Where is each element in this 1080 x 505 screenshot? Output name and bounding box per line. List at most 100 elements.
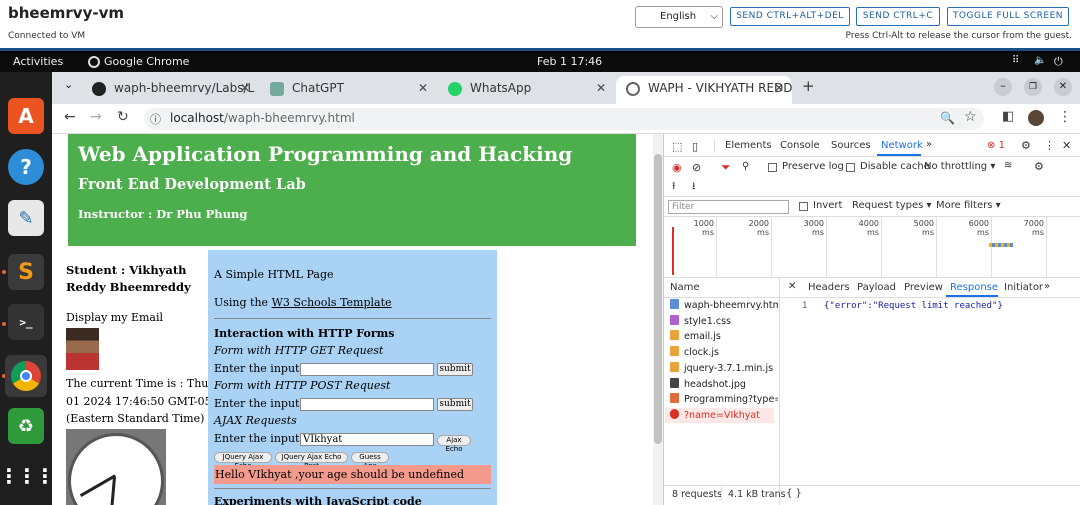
devtools-menu-icon[interactable]: ⋮ xyxy=(1044,139,1055,152)
power-icon[interactable]: ⏻ xyxy=(1054,55,1063,69)
display-email-link[interactable]: Display my Email xyxy=(66,310,163,326)
zoom-icon[interactable]: 🔍 xyxy=(940,111,955,125)
back-icon[interactable]: ← xyxy=(64,109,76,125)
device-toolbar-icon[interactable]: ▯ xyxy=(692,140,698,153)
network-request-row[interactable]: Programming?type=s... xyxy=(670,392,778,407)
inspect-icon[interactable]: ⬚ xyxy=(672,140,682,153)
url-text[interactable]: localhost/waph-bheemrvy.html xyxy=(170,111,355,125)
get-submit-button[interactable]: submit xyxy=(437,363,473,376)
filter-input[interactable]: Filter xyxy=(668,200,789,214)
clear-icon[interactable]: ⊘ xyxy=(692,161,701,174)
reload-icon[interactable]: ↻ xyxy=(117,109,129,125)
site-info-icon[interactable]: ⓘ xyxy=(150,111,161,127)
template-credit: Using the W3 Schools Template xyxy=(214,296,392,309)
trash-icon[interactable]: ♻ xyxy=(8,408,44,444)
maximize-button[interactable]: ❐ xyxy=(1024,78,1042,96)
tab-initiator[interactable]: Initiator xyxy=(1004,282,1043,293)
chrome-dock-item[interactable] xyxy=(5,355,47,397)
side-panel-icon[interactable]: ◧ xyxy=(1002,109,1014,124)
text-editor-icon[interactable]: ✎ xyxy=(8,200,44,236)
close-icon[interactable]: ✕ xyxy=(774,76,784,100)
import-har-icon[interactable]: ⭱ xyxy=(672,179,676,196)
scrollbar-thumb[interactable] xyxy=(654,154,662,444)
tab-chatgpt[interactable]: ChatGPT ✕ xyxy=(260,76,436,104)
request-types-label[interactable]: Request types xyxy=(852,200,923,211)
tab-console[interactable]: Console xyxy=(780,140,820,151)
record-icon[interactable]: ◉ xyxy=(672,161,682,174)
bookmark-star-icon[interactable]: ☆ xyxy=(964,109,977,125)
more-tabs-icon[interactable]: » xyxy=(926,139,932,150)
clock[interactable]: Feb 1 17:46 xyxy=(537,55,602,68)
page-scrollbar[interactable] xyxy=(653,134,663,505)
separator xyxy=(714,139,715,153)
jquery-ajax-echo-post-button[interactable]: JQuery Ajax Echo Post xyxy=(275,452,348,470)
search-icon[interactable]: ⚲ xyxy=(742,161,749,172)
close-icon[interactable]: ✕ xyxy=(240,76,250,100)
network-request-row[interactable]: style1.css xyxy=(670,314,778,329)
post-submit-button[interactable]: submit xyxy=(437,398,473,411)
tab-elements[interactable]: Elements xyxy=(725,140,772,151)
tab-search-icon[interactable]: ⌄ xyxy=(64,78,73,91)
show-apps-icon[interactable]: ⋮⋮⋮ xyxy=(0,458,55,494)
app-menu[interactable]: Google Chrome xyxy=(104,55,189,68)
network-request-row[interactable]: waph-bheemrvy.html xyxy=(670,298,778,313)
tab-headers[interactable]: Headers xyxy=(808,282,850,293)
network-request-row[interactable]: ?name=VIkhyat xyxy=(665,407,774,423)
settings-gear-icon[interactable]: ⚙ xyxy=(1021,139,1031,152)
throttling-value[interactable]: No throttling xyxy=(924,161,987,172)
new-tab-button[interactable]: + xyxy=(802,77,815,95)
help-icon[interactable]: ? xyxy=(8,149,44,185)
profile-avatar[interactable] xyxy=(1028,110,1044,126)
ajax-input[interactable]: VIkhyat xyxy=(300,433,434,446)
close-detail-icon[interactable]: ✕ xyxy=(788,281,796,292)
activities-button[interactable]: Activities xyxy=(13,55,63,68)
volume-icon[interactable]: 🔈 xyxy=(1034,55,1046,66)
tab-label: WAPH - VIKHYATH REDD xyxy=(648,81,792,95)
tab-network[interactable]: Network xyxy=(881,140,923,151)
tab-github[interactable]: waph-bheemrvy/Labs/L ✕ xyxy=(82,76,258,104)
tab-response[interactable]: Response xyxy=(950,282,998,293)
tab-waph[interactable]: WAPH - VIKHYATH REDD ✕ xyxy=(616,76,792,104)
close-icon[interactable]: ✕ xyxy=(418,76,428,100)
jquery-ajax-echo-button[interactable]: JQuery Ajax Echo xyxy=(214,452,272,470)
toggle-full-screen-button[interactable]: TOGGLE FULL SCREEN xyxy=(947,7,1069,26)
post-input[interactable] xyxy=(300,398,434,411)
close-icon[interactable]: ✕ xyxy=(596,76,606,100)
network-request-row[interactable]: jquery-3.7.1.min.js xyxy=(670,361,778,376)
more-detail-tabs-icon[interactable]: » xyxy=(1044,281,1050,292)
pretty-print-button[interactable]: { } xyxy=(786,488,802,499)
forward-icon[interactable]: → xyxy=(90,109,102,125)
tab-preview[interactable]: Preview xyxy=(904,282,943,293)
preserve-log-checkbox[interactable] xyxy=(768,163,777,172)
chrome-menu-icon[interactable]: ⋮ xyxy=(1058,109,1072,125)
network-request-row[interactable]: clock.js xyxy=(670,345,778,360)
network-icon[interactable]: ⠿ xyxy=(1012,55,1019,66)
filter-icon[interactable]: ⏷ xyxy=(721,160,731,175)
invert-checkbox[interactable] xyxy=(799,202,808,211)
tab-sources[interactable]: Sources xyxy=(831,140,871,151)
sublime-text-icon[interactable]: S xyxy=(8,254,44,290)
app-center-icon[interactable]: A xyxy=(8,98,44,134)
wifi-icon[interactable]: ≋ xyxy=(1004,160,1012,171)
send-ctrl-alt-del-button[interactable]: SEND CTRL+ALT+DEL xyxy=(730,7,850,26)
network-request-row[interactable]: email.js xyxy=(670,329,778,344)
close-devtools-icon[interactable]: ✕ xyxy=(1062,139,1071,152)
send-ctrl-c-button[interactable]: SEND CTRL+C xyxy=(856,7,940,26)
tab-whatsapp[interactable]: WhatsApp ✕ xyxy=(438,76,614,104)
language-select[interactable]: English ⌵ xyxy=(635,6,723,28)
guess-age-button[interactable]: Guess Age xyxy=(351,452,389,470)
tab-payload[interactable]: Payload xyxy=(857,282,896,293)
minimize-button[interactable]: – xyxy=(994,78,1012,96)
network-settings-icon[interactable]: ⚙ xyxy=(1034,160,1044,173)
more-filters-label[interactable]: More filters xyxy=(936,200,992,211)
w3-schools-link[interactable]: W3 Schools Template xyxy=(272,296,392,309)
terminal-icon[interactable]: >_ xyxy=(8,304,44,340)
close-window-button[interactable]: ✕ xyxy=(1054,78,1072,96)
disable-cache-checkbox[interactable] xyxy=(846,163,855,172)
export-har-icon[interactable]: ⭳ xyxy=(692,179,696,196)
network-request-row[interactable]: headshot.jpg xyxy=(670,377,778,392)
file-type-icon xyxy=(670,330,679,341)
network-timeline[interactable]: 1000 ms 2000 ms 3000 ms 4000 ms 5000 ms 6000 … xyxy=(664,217,1080,277)
ajax-echo-button[interactable]: Ajax Echo xyxy=(437,435,471,453)
get-input[interactable] xyxy=(300,363,434,376)
